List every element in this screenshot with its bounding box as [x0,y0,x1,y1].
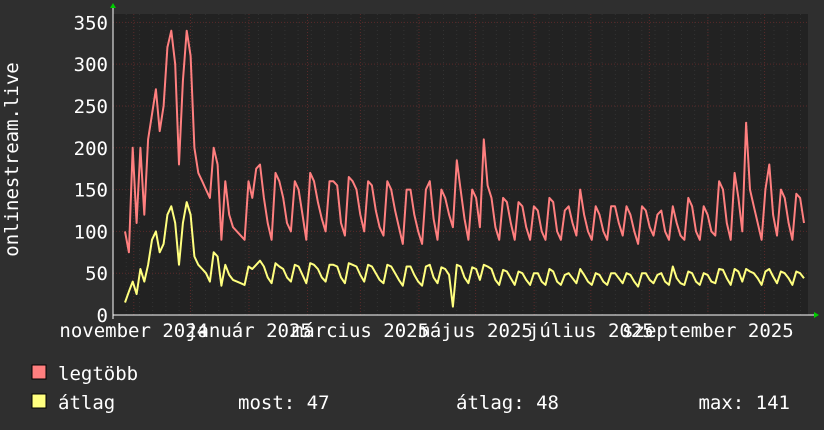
y-axis-label: onlinestream.live [1,62,23,256]
x-tick-label: május 2025 [418,320,532,342]
y-axis-arrow [110,3,116,8]
legend-swatch [31,393,47,409]
y-tick-label: 50 [85,263,108,285]
x-axis-arrow [814,312,819,318]
y-tick-label: 250 [74,96,108,118]
graph-canvas: 0 50 100 150 200 250 300 350 onlinestream.live no… [0,0,824,430]
y-tick-label: 150 [74,180,108,202]
x-tick-label: március 2025 [292,320,429,342]
legend-swatch [31,364,47,380]
y-tick-label: 100 [74,221,108,243]
x-tick-label: szeptember 2025 [622,320,794,342]
legend-label: átlag [58,392,115,414]
traffic-chart: 050100150200250300350onlinestream.liveno… [1,3,819,414]
y-tick-label: 200 [74,138,108,160]
y-tick-label: 300 [74,54,108,76]
stat-atlag: átlag: 48 [456,392,559,414]
stat-max: max: 141 [698,392,790,414]
stat-most: most: 47 [238,392,330,414]
legend-label: legtöbb [58,363,138,385]
y-tick-label: 350 [74,12,108,34]
